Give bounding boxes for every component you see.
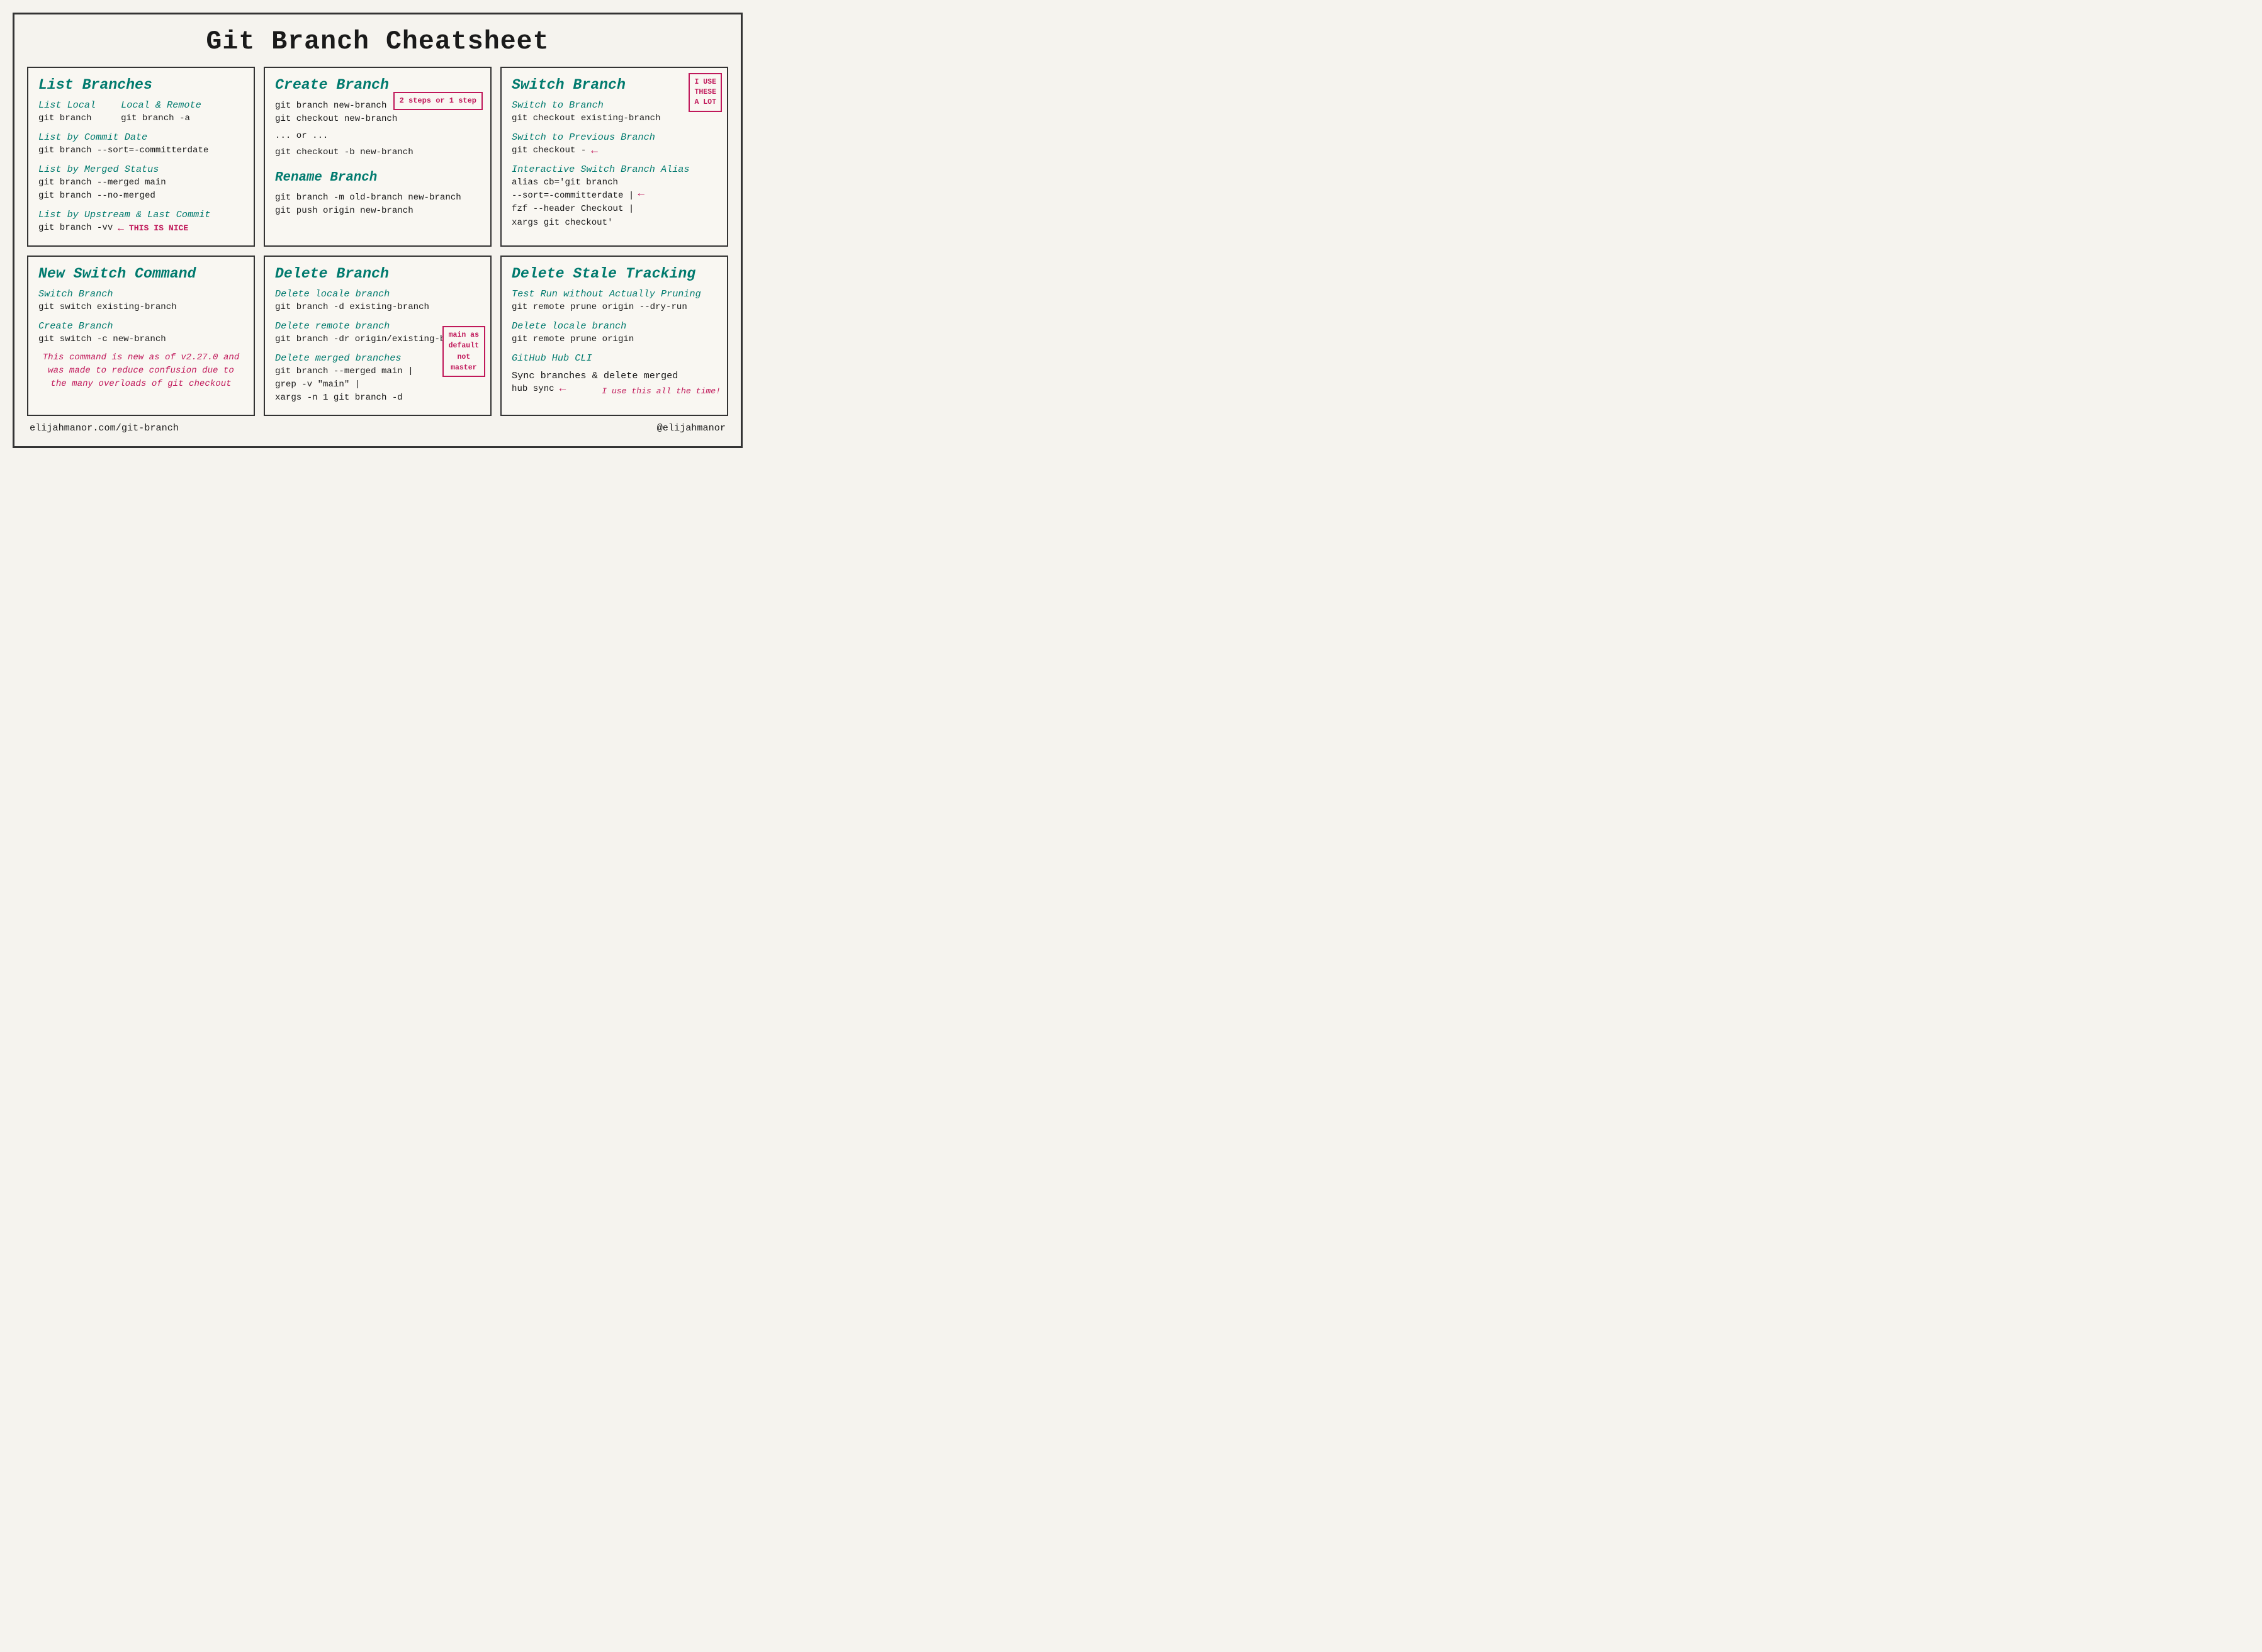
alias-cmd1: alias cb='git branch	[512, 176, 634, 189]
alias-label: Interactive Switch Branch Alias	[512, 164, 717, 175]
sync-cmd: hub sync	[512, 383, 554, 396]
footer-left: elijahmanor.com/git-branch	[30, 422, 179, 434]
list-branches-title: List Branches	[38, 77, 244, 93]
card-switch-branch: I USETHESEA LOT Switch Branch Switch to …	[500, 67, 728, 247]
create-cmd3: git checkout -b new-branch	[275, 146, 480, 159]
alias-cmd2: --sort=-committerdate |	[512, 189, 634, 203]
remote-cmd: git branch -a	[121, 112, 201, 125]
delete-local-cmd: git branch -d existing-branch	[275, 301, 480, 314]
card-delete-branch: Delete Branch Delete locale branch git b…	[264, 256, 492, 417]
upstream-row: git branch -vv ← THIS IS NICE	[38, 222, 244, 235]
new-switch-label: Switch Branch	[38, 288, 244, 300]
commit-date-label: List by Commit Date	[38, 132, 244, 143]
new-create-label: Create Branch	[38, 320, 244, 332]
alias-cmd4: xargs git checkout'	[512, 216, 634, 230]
use-these-box: I USETHESEA LOT	[689, 73, 722, 112]
hub-note: I use this all the time!	[602, 386, 721, 396]
remote-label: Local & Remote	[121, 99, 201, 111]
sync-arrow-icon: ←	[560, 383, 566, 395]
merged-cmd2: git branch --no-merged	[38, 189, 244, 203]
alias-arrow-icon: ←	[638, 188, 644, 200]
list-branches-top: List Local git branch Local & Remote git…	[38, 99, 244, 125]
local-cmd: git branch	[38, 112, 96, 125]
rename-cmd2: git push origin new-branch	[275, 205, 480, 218]
master-box: main asdefaultnotmaster	[442, 326, 485, 377]
new-switch-note: This command is new as of v2.27.0 and wa…	[38, 351, 244, 391]
hub-label: GitHub Hub CLI	[512, 352, 717, 364]
switch-branch-title: Switch Branch	[512, 77, 717, 93]
new-switch-title: New Switch Command	[38, 266, 244, 282]
upstream-cmd: git branch -vv	[38, 222, 113, 235]
footer-right: @elijahmanor	[657, 422, 726, 434]
create-cmd1: git branch new-branch	[275, 99, 397, 113]
prev-arrow-icon: ←	[591, 145, 598, 157]
delete-merged-cmd2: grep -v "main" |	[275, 378, 414, 391]
stale-local-cmd: git remote prune origin	[512, 333, 717, 346]
alias-cmd3: fzf --header Checkout |	[512, 203, 634, 216]
delete-merged-cmds: git branch --merged main | grep -v "main…	[275, 365, 414, 405]
upstream-label: List by Upstream & Last Commit	[38, 209, 244, 220]
card-new-switch: New Switch Command Switch Branch git swi…	[27, 256, 255, 417]
or-text: ... or ...	[275, 131, 480, 141]
new-switch-cmd: git switch existing-branch	[38, 301, 244, 314]
create-cmd2: git checkout new-branch	[275, 113, 397, 126]
prev-label: Switch to Previous Branch	[512, 132, 717, 143]
this-is-nice: THIS IS NICE	[129, 223, 188, 233]
alias-cmds: alias cb='git branch --sort=-committerda…	[512, 176, 634, 229]
card-create-branch: Create Branch git branch new-branch git …	[264, 67, 492, 247]
footer: elijahmanor.com/git-branch @elijahmanor	[27, 416, 728, 434]
rename-title: Rename Branch	[275, 171, 480, 185]
local-col: List Local git branch	[38, 99, 96, 125]
dry-run-cmd: git remote prune origin --dry-run	[512, 301, 717, 314]
page-title: Git Branch Cheatsheet	[27, 21, 728, 67]
create-branch-title: Create Branch	[275, 77, 480, 93]
local-label: List Local	[38, 99, 96, 111]
alias-row: alias cb='git branch --sort=-committerda…	[512, 176, 717, 229]
merged-label: List by Merged Status	[38, 164, 244, 175]
switch-to-cmd: git checkout existing-branch	[512, 112, 717, 125]
delete-merged-cmd3: xargs -n 1 git branch -d	[275, 391, 414, 405]
steps-box: 2 steps or 1 step	[393, 92, 483, 110]
commit-date-cmd: git branch --sort=-committerdate	[38, 144, 244, 157]
card-delete-stale: Delete Stale Tracking Test Run without A…	[500, 256, 728, 417]
arrow-icon: ←	[118, 223, 124, 234]
prev-row: git checkout - ←	[512, 144, 717, 157]
page: Git Branch Cheatsheet List Branches List…	[13, 13, 743, 448]
prev-cmd: git checkout -	[512, 144, 586, 157]
delete-local-label: Delete locale branch	[275, 288, 480, 300]
card-list-branches: List Branches List Local git branch Loca…	[27, 67, 255, 247]
rename-cmd1: git branch -m old-branch new-branch	[275, 191, 480, 205]
sync-label: Sync branches & delete merged	[512, 370, 717, 381]
delete-stale-title: Delete Stale Tracking	[512, 266, 717, 282]
switch-to-label: Switch to Branch	[512, 99, 717, 111]
rename-section: Rename Branch git branch -m old-branch n…	[275, 171, 480, 218]
stale-local-label: Delete locale branch	[512, 320, 717, 332]
delete-merged-cmd1: git branch --merged main |	[275, 365, 414, 378]
merged-cmd1: git branch --merged main	[38, 176, 244, 189]
new-create-cmd: git switch -c new-branch	[38, 333, 244, 346]
dry-run-label: Test Run without Actually Pruning	[512, 288, 717, 300]
main-grid: List Branches List Local git branch Loca…	[27, 67, 728, 416]
remote-col: Local & Remote git branch -a	[121, 99, 201, 125]
create-cmds-col: git branch new-branch git checkout new-b…	[275, 99, 397, 126]
delete-branch-title: Delete Branch	[275, 266, 480, 282]
